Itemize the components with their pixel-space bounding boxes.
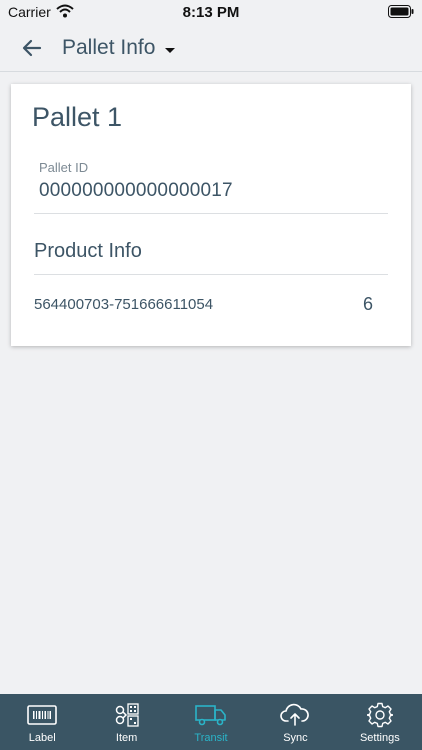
pallet-card: Pallet 1 Pallet ID 000000000000000017 Pr… [11,84,411,346]
arrow-left-icon [16,39,48,66]
clock: 8:13 PM [182,4,240,21]
product-row[interactable]: 564400703-751666611054 6 [34,288,388,320]
tab-sync-text: Sync [283,732,308,744]
caret-down-icon [165,41,176,59]
tab-label[interactable]: Label [0,694,84,750]
tab-sync[interactable]: Sync [253,694,337,750]
tab-settings-text: Settings [359,732,400,744]
tab-bar: Label Item Transit Sync Settings [0,694,422,750]
tab-transit[interactable]: Transit [169,694,253,750]
navigation-bar: Pallet Info [0,24,422,72]
divider [34,274,388,275]
pallet-id-value: 000000000000000017 [39,180,233,201]
page-title: Pallet Info [62,36,156,59]
barcode-icon [26,703,58,727]
title-dropdown[interactable]: Pallet Info [62,36,176,60]
product-code: 564400703-751666611054 [34,296,214,313]
pallet-title: Pallet 1 [32,102,123,132]
truck-icon [195,703,227,727]
tab-item-text: Item [115,732,138,744]
battery-icon [388,5,414,23]
gear-icon [364,702,396,728]
status-bar: Carrier 8:13 PM [0,0,422,24]
product-quantity: 6 [362,294,373,314]
item-qr-icon [111,703,143,727]
cloud-upload-icon [279,703,311,727]
back-button[interactable] [16,34,48,62]
divider [34,213,388,214]
tab-item[interactable]: Item [84,694,168,750]
tab-settings[interactable]: Settings [338,694,422,750]
tab-transit-text: Transit [194,732,228,744]
tab-label-text: Label [28,732,56,744]
product-info-heading: Product Info [34,240,142,262]
pallet-id-label: Pallet ID [39,160,89,175]
